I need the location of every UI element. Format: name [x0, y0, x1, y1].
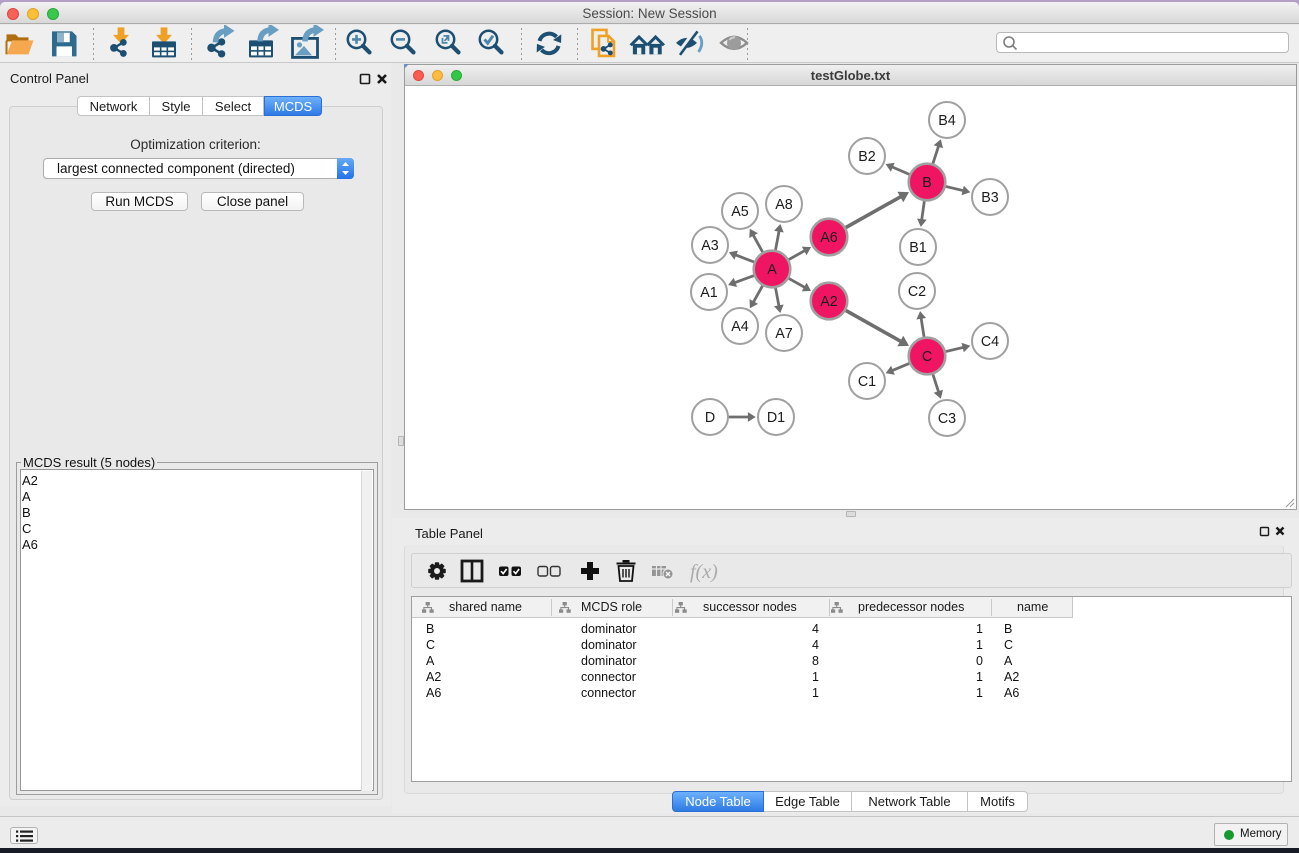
svg-text:C4: C4 [981, 334, 999, 350]
svg-text:A4: A4 [731, 319, 749, 335]
svg-text:A5: A5 [731, 204, 749, 220]
svg-text:A7: A7 [775, 326, 793, 342]
svg-text:B2: B2 [858, 149, 876, 165]
svg-text:A: A [767, 262, 777, 278]
svg-text:D: D [705, 410, 715, 426]
svg-text:C3: C3 [938, 411, 956, 427]
svg-text:A8: A8 [775, 197, 793, 213]
svg-text:B4: B4 [938, 113, 956, 129]
svg-text:D1: D1 [767, 410, 785, 426]
svg-text:A1: A1 [700, 285, 718, 301]
svg-text:B: B [922, 175, 932, 191]
svg-text:A6: A6 [820, 230, 838, 246]
svg-text:B3: B3 [981, 190, 999, 206]
svg-text:C1: C1 [858, 374, 876, 390]
svg-text:A2: A2 [820, 294, 838, 310]
svg-text:C: C [922, 349, 932, 365]
svg-text:f(x): f(x) [690, 561, 718, 583]
svg-text:A3: A3 [701, 238, 719, 254]
svg-text:B1: B1 [909, 240, 927, 256]
svg-text:C2: C2 [908, 284, 926, 300]
